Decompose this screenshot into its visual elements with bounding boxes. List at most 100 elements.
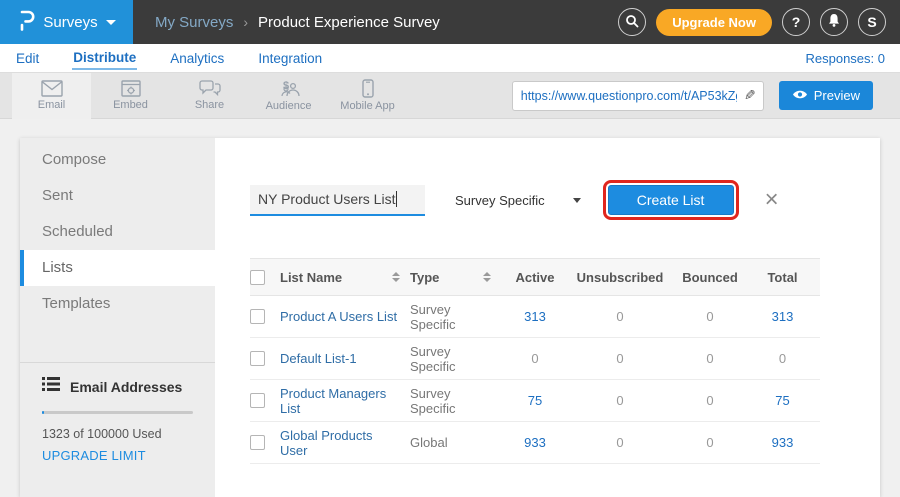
channel-audience[interactable]: $ Audience <box>249 73 328 119</box>
table-row: Global Products User Global 933 0 0 933 <box>250 422 820 464</box>
email-usage-progress <box>42 411 193 414</box>
active-count[interactable]: 313 <box>505 309 565 324</box>
sidebar-item-compose[interactable]: Compose <box>20 142 215 178</box>
total-count[interactable]: 75 <box>745 393 820 408</box>
search-icon <box>625 14 639 31</box>
bounced-count: 0 <box>675 393 745 408</box>
embed-icon <box>121 80 141 97</box>
page-title: Product Experience Survey <box>258 14 440 31</box>
audience-icon: $ <box>277 80 301 98</box>
tab-integration[interactable]: Integration <box>257 47 323 69</box>
total-count[interactable]: 0 <box>745 351 820 366</box>
channel-label: Audience <box>266 100 312 112</box>
list-lines-icon <box>42 377 60 396</box>
breadcrumb: My Surveys › Product Experience Survey <box>155 14 440 31</box>
header-unsubscribed: Unsubscribed <box>565 270 675 285</box>
preview-label: Preview <box>814 88 860 103</box>
list-type: Survey Specific <box>410 344 491 374</box>
email-sidebar: Compose Sent Scheduled Lists Templates E… <box>20 138 215 497</box>
eye-icon <box>792 88 808 103</box>
active-count[interactable]: 933 <box>505 435 565 450</box>
survey-url-value: https://www.questionpro.com/t/AP53kZgfo <box>513 89 737 103</box>
header-type: Type <box>410 270 439 285</box>
upgrade-now-button[interactable]: Upgrade Now <box>656 9 772 36</box>
channel-label: Email <box>38 99 66 111</box>
row-checkbox[interactable] <box>250 351 265 366</box>
avatar-initial: S <box>867 14 876 30</box>
upgrade-limit-link[interactable]: UPGRADE LIMIT <box>42 448 193 463</box>
survey-tab-bar: Edit Distribute Analytics Integration Re… <box>0 44 900 73</box>
responses-count[interactable]: Responses: 0 <box>806 51 886 66</box>
questionpro-logo-icon <box>17 8 35 37</box>
list-type-dropdown[interactable]: Survey Specific <box>455 193 581 208</box>
bounced-count: 0 <box>675 351 745 366</box>
survey-url-field[interactable]: https://www.questionpro.com/t/AP53kZgfo <box>512 81 764 111</box>
row-checkbox[interactable] <box>250 435 265 450</box>
email-usage-progress-fill <box>42 411 44 414</box>
lists-table: List Name Type Active Unsubscribed Bounc… <box>250 258 820 464</box>
unsubscribed-count: 0 <box>565 393 675 408</box>
list-name-link[interactable]: Product A Users List <box>280 309 397 324</box>
list-name-link[interactable]: Global Products User <box>280 428 400 458</box>
table-header: List Name Type Active Unsubscribed Bounc… <box>250 258 820 296</box>
row-checkbox[interactable] <box>250 309 265 324</box>
tab-edit[interactable]: Edit <box>15 47 40 69</box>
header-list-name: List Name <box>280 270 342 285</box>
sidebar-item-sent[interactable]: Sent <box>20 178 215 214</box>
table-row: Product Managers List Survey Specific 75… <box>250 380 820 422</box>
email-addresses-section: Email Addresses 1323 of 100000 Used UPGR… <box>20 363 215 463</box>
total-count[interactable]: 313 <box>745 309 820 324</box>
create-list-button[interactable]: Create List <box>608 185 734 215</box>
edit-url-pencil-icon[interactable] <box>737 87 763 105</box>
channel-label: Mobile App <box>340 100 394 112</box>
tab-analytics[interactable]: Analytics <box>169 47 225 69</box>
mobile-app-icon <box>362 79 374 98</box>
unsubscribed-count: 0 <box>565 435 675 450</box>
search-button[interactable] <box>618 8 646 36</box>
list-name-input[interactable]: NY Product Users List <box>250 185 425 216</box>
notifications-button[interactable] <box>820 8 848 36</box>
top-bar: Surveys My Surveys › Product Experience … <box>0 0 900 44</box>
header-active: Active <box>505 270 565 285</box>
close-icon[interactable]: × <box>765 188 779 212</box>
account-avatar[interactable]: S <box>858 8 886 36</box>
breadcrumb-my-surveys[interactable]: My Surveys <box>155 14 233 31</box>
chevron-down-icon <box>106 20 116 25</box>
list-type: Survey Specific <box>410 386 491 416</box>
email-usage-text: 1323 of 100000 Used <box>42 427 193 441</box>
header-bounced: Bounced <box>675 270 745 285</box>
active-count[interactable]: 75 <box>505 393 565 408</box>
active-count[interactable]: 0 <box>505 351 565 366</box>
sidebar-item-templates[interactable]: Templates <box>20 286 215 322</box>
toolbar-right: https://www.questionpro.com/t/AP53kZgfo … <box>512 81 900 111</box>
channel-mobile-app[interactable]: Mobile App <box>328 73 407 119</box>
email-icon <box>41 80 63 97</box>
bounced-count: 0 <box>675 309 745 324</box>
product-switcher[interactable]: Surveys <box>0 0 133 44</box>
sidebar-item-scheduled[interactable]: Scheduled <box>20 214 215 250</box>
channel-email[interactable]: Email <box>12 73 91 119</box>
list-type: Survey Specific <box>410 302 491 332</box>
email-lists-panel: Compose Sent Scheduled Lists Templates E… <box>20 138 880 497</box>
topbar-actions: Upgrade Now ? S <box>618 8 900 36</box>
list-name-link[interactable]: Product Managers List <box>280 386 400 416</box>
row-checkbox[interactable] <box>250 393 265 408</box>
sort-icon[interactable] <box>483 272 491 282</box>
bell-icon <box>827 13 841 31</box>
channel-share[interactable]: Share <box>170 73 249 119</box>
text-cursor <box>396 191 397 207</box>
sort-icon[interactable] <box>392 272 400 282</box>
select-all-checkbox[interactable] <box>250 270 265 285</box>
preview-button[interactable]: Preview <box>779 81 873 110</box>
list-name-value: NY Product Users List <box>258 191 395 207</box>
help-button[interactable]: ? <box>782 8 810 36</box>
share-icon <box>199 80 221 97</box>
total-count[interactable]: 933 <box>745 435 820 450</box>
list-name-link[interactable]: Default List-1 <box>280 351 357 366</box>
header-total: Total <box>745 270 820 285</box>
tab-distribute[interactable]: Distribute <box>72 46 137 70</box>
sidebar-item-lists[interactable]: Lists <box>20 250 215 286</box>
channel-embed[interactable]: Embed <box>91 73 170 119</box>
breadcrumb-separator: › <box>243 14 248 30</box>
create-list-form: NY Product Users List Survey Specific Cr… <box>250 180 880 220</box>
